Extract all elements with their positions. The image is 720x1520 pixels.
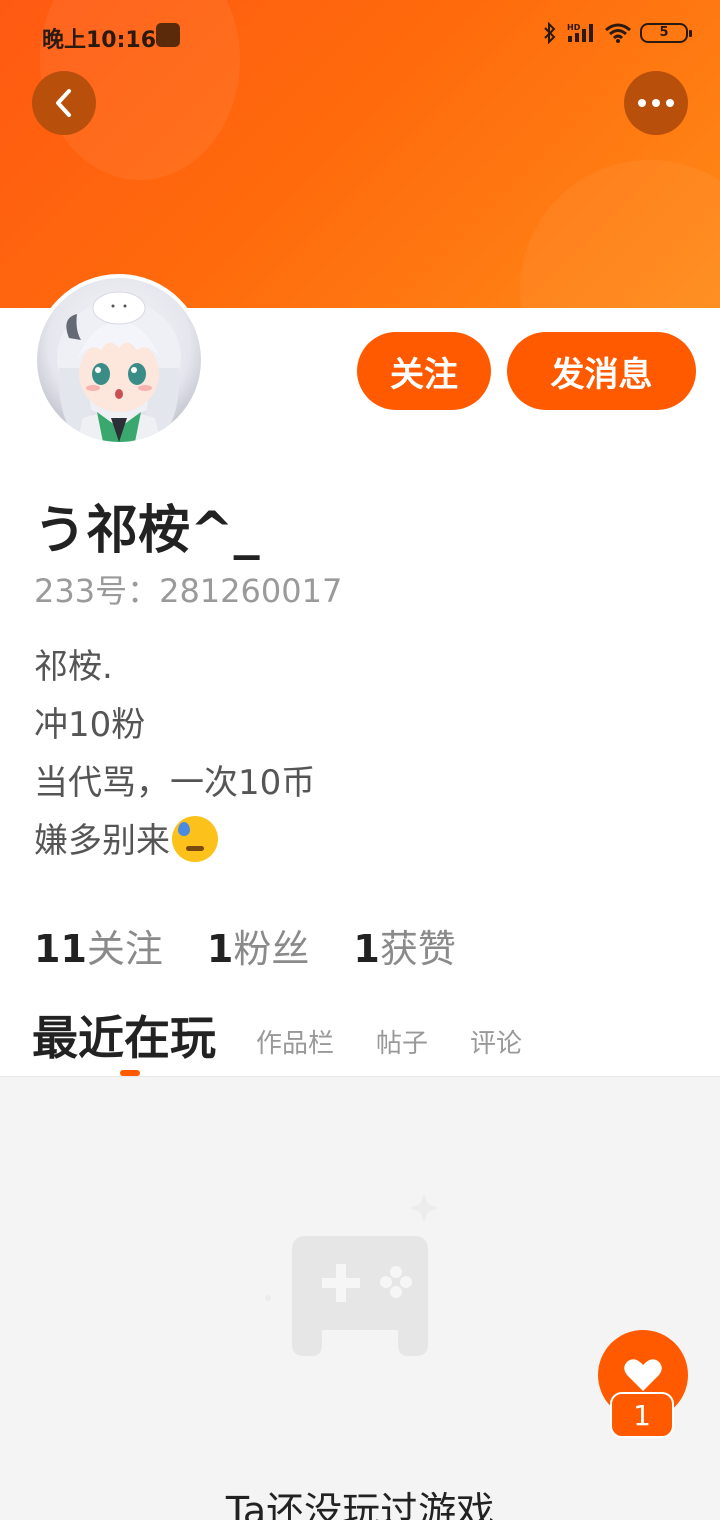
bio-line: 祁桉. — [34, 647, 113, 687]
status-icons: HD 5 — [542, 22, 692, 44]
stat-count: 11 — [34, 927, 87, 971]
more-options-button[interactable] — [624, 71, 688, 135]
stat-label: 获赞 — [379, 927, 456, 971]
follow-button[interactable]: 关注 — [357, 332, 491, 410]
sweat-face-emoji — [172, 816, 218, 862]
status-bar: 晚上10:16 HD 5 — [0, 0, 720, 70]
banner-decoration — [520, 160, 720, 308]
tab-recently-played[interactable]: 最近在玩 — [32, 1002, 216, 1072]
stat-count: 1 — [206, 927, 234, 971]
bio-line: 当代骂，一次10币 — [34, 763, 316, 803]
wifi-icon — [605, 23, 631, 43]
user-id: 233号：281260017 — [34, 572, 343, 610]
tab-comments[interactable]: 评论 — [470, 1023, 522, 1072]
like-count-badge: 1 — [610, 1392, 674, 1438]
stat-label: 关注 — [86, 927, 163, 971]
bio-line: 嫌多别来 — [34, 812, 315, 870]
stat-count: 1 — [353, 927, 380, 971]
avatar-image — [37, 278, 201, 442]
more-dots-icon — [638, 99, 674, 107]
bio-line: 冲10粉 — [34, 705, 146, 745]
empty-state-text: Ta还没玩过游戏 — [225, 1489, 495, 1520]
tab-posts[interactable]: 帖子 — [376, 1023, 428, 1072]
stat-followers[interactable]: 1粉丝 — [207, 918, 309, 973]
battery-icon: 5 — [640, 23, 692, 43]
stat-label: 粉丝 — [233, 927, 310, 971]
signal-hd-icon: HD — [567, 23, 593, 42]
gamepad-icon — [262, 1190, 458, 1370]
status-time: 晚上10:16 — [42, 28, 157, 53]
profile-stats: 11关注 1粉丝 1获赞 — [34, 918, 456, 973]
chevron-left-icon — [56, 89, 71, 117]
app-notification-icon — [156, 23, 180, 47]
send-message-button[interactable]: 发消息 — [507, 332, 696, 410]
bluetooth-icon — [544, 22, 556, 44]
avatar[interactable] — [33, 274, 205, 446]
battery-level: 5 — [659, 25, 669, 40]
stat-following[interactable]: 11关注 — [34, 918, 163, 973]
bio-line-text: 嫌多别来 — [34, 821, 170, 861]
bio: 祁桉. 冲10粉 当代骂，一次10币 嫌多别来 — [34, 638, 315, 870]
back-button[interactable] — [32, 71, 96, 135]
svg-text:HD: HD — [567, 23, 581, 32]
profile-tabs: 最近在玩 作品栏 帖子 评论 — [32, 1002, 564, 1072]
stat-likes: 1获赞 — [353, 918, 455, 973]
heart-icon — [624, 1359, 662, 1391]
tab-works[interactable]: 作品栏 — [256, 1023, 334, 1072]
username: う祁桉^_ — [34, 501, 260, 561]
